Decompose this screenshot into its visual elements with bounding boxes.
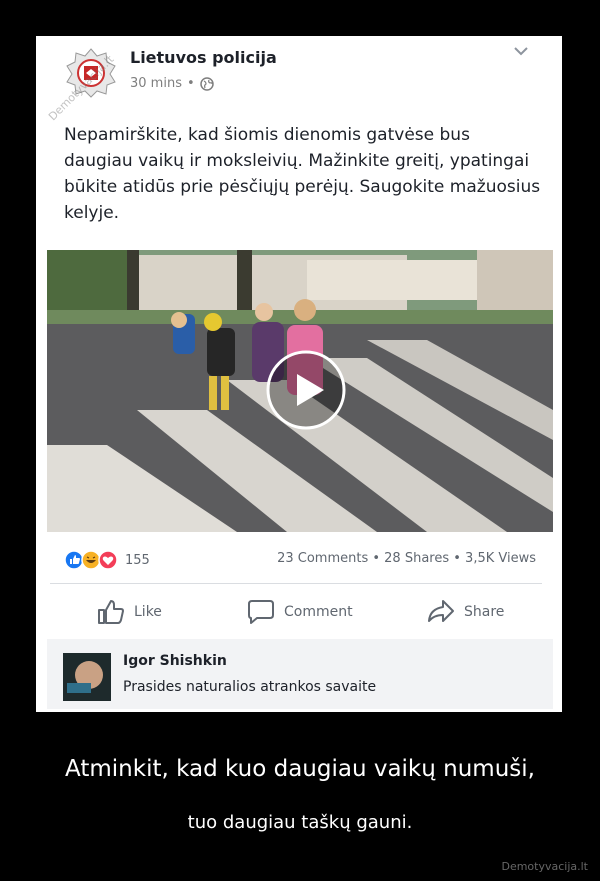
comment-bubble-icon — [248, 600, 274, 624]
post-text: Nepamirškite, kad šiomis dienomis gatvės… — [64, 125, 541, 223]
caption-title: Atminkit, kad kuo daugiau vaikų numuši, — [65, 756, 535, 782]
share-arrow-icon — [428, 600, 454, 622]
meta-separator: • — [186, 76, 195, 91]
caption-subtitle: tuo daugiau taškų gauni. — [187, 812, 413, 833]
reaction-count: 155 — [125, 552, 150, 568]
share-label: Share — [464, 604, 505, 620]
chevron-down-icon[interactable] — [512, 42, 530, 60]
facebook-post: Demotyvacija.lt Lietuvos policija 30 min… — [38, 38, 560, 710]
site-brand[interactable]: Demotyvacija.lt — [501, 860, 588, 873]
play-icon[interactable] — [266, 350, 346, 430]
like-label: Like — [134, 604, 162, 620]
divider — [50, 583, 542, 584]
comment-text: Prasides naturalios atrankos savaite — [123, 679, 377, 695]
share-button[interactable]: Share — [426, 596, 504, 628]
love-reaction-icon — [98, 550, 118, 570]
video-player[interactable] — [47, 250, 553, 532]
like-button[interactable]: Like — [96, 596, 162, 628]
comment-author[interactable]: Igor Shishkin — [123, 653, 227, 669]
post-time[interactable]: 30 mins — [130, 76, 182, 91]
thumbs-up-icon — [98, 600, 124, 624]
comment: Igor Shishkin Prasides naturalios atrank… — [47, 639, 553, 709]
comment-button[interactable]: Comment — [246, 596, 353, 628]
page-name[interactable]: Lietuvos policija — [130, 48, 277, 67]
globe-icon — [199, 76, 214, 91]
post-frame: Demotyvacija.lt Lietuvos policija 30 min… — [36, 36, 562, 712]
engagement-stats[interactable]: 23 Comments • 28 Shares • 3,5K Views — [277, 551, 536, 566]
post-meta: 30 mins • — [130, 76, 214, 91]
commenter-avatar[interactable] — [63, 653, 111, 701]
comment-label: Comment — [284, 604, 353, 620]
reaction-summary[interactable]: 155 — [64, 550, 150, 570]
